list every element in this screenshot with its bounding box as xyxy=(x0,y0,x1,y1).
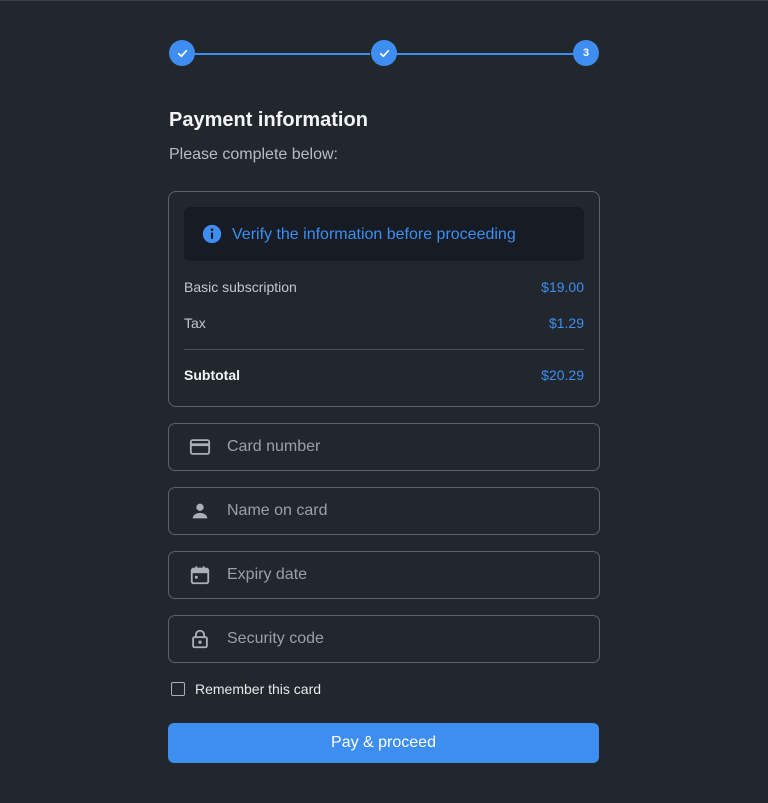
progress-stepper: 3 xyxy=(168,40,600,68)
line-item-amount: $19.00 xyxy=(541,279,584,295)
summary-row: Tax $1.29 xyxy=(184,315,584,331)
step-1-complete[interactable] xyxy=(169,40,195,66)
remember-card-checkbox[interactable] xyxy=(171,682,185,696)
info-icon xyxy=(202,224,222,244)
security-code-input[interactable] xyxy=(225,629,589,649)
check-icon xyxy=(379,49,389,57)
person-icon xyxy=(192,503,208,519)
pay-and-proceed-button[interactable]: Pay & proceed xyxy=(168,723,599,763)
page-title: Payment information xyxy=(169,109,368,131)
expiry-date-input[interactable] xyxy=(225,565,589,585)
check-icon xyxy=(177,49,187,57)
subtotal-row: Subtotal $20.29 xyxy=(184,367,584,383)
order-summary-card: Verify the information before proceeding… xyxy=(168,191,600,407)
name-on-card-input[interactable] xyxy=(225,501,589,521)
calendar-icon xyxy=(190,566,210,585)
page-subtitle: Please complete below: xyxy=(169,146,338,163)
step-2-complete[interactable] xyxy=(371,40,397,66)
line-item-label: Tax xyxy=(184,315,206,331)
credit-card-icon xyxy=(189,439,211,455)
card-number-input[interactable] xyxy=(225,437,589,457)
security-code-field[interactable] xyxy=(168,615,600,663)
line-item-label: Basic subscription xyxy=(184,279,297,295)
line-item-amount: $1.29 xyxy=(548,315,584,331)
remember-card-option[interactable]: Remember this card xyxy=(171,681,321,697)
card-number-field[interactable] xyxy=(168,423,600,471)
remember-card-label: Remember this card xyxy=(195,681,322,697)
step-3-current[interactable]: 3 xyxy=(573,40,599,66)
stepper-connector xyxy=(396,53,574,55)
summary-row: Basic subscription $19.00 xyxy=(184,279,584,295)
name-on-card-field[interactable] xyxy=(168,487,600,535)
summary-divider xyxy=(184,349,584,350)
subtotal-amount: $20.29 xyxy=(541,367,584,383)
lock-icon xyxy=(192,629,208,649)
subtotal-label: Subtotal xyxy=(184,367,240,383)
alert-text: Verify the information before proceeding xyxy=(232,226,516,243)
stepper-connector xyxy=(194,53,370,55)
info-alert: Verify the information before proceeding xyxy=(184,207,584,261)
step-number: 3 xyxy=(582,47,590,59)
expiry-date-field[interactable] xyxy=(168,551,600,599)
